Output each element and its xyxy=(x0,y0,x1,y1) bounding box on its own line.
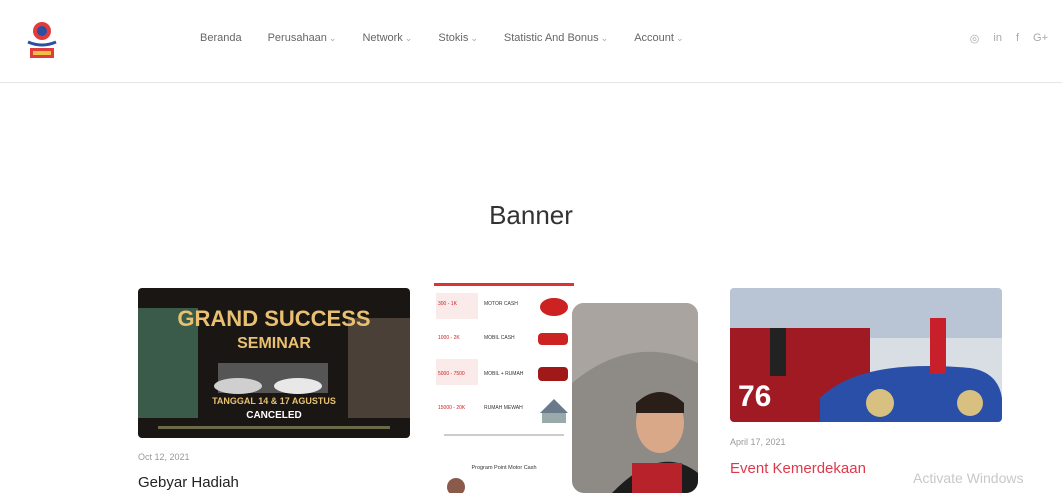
promo-reward: MOBIL CASH xyxy=(484,335,515,341)
linkedin-icon[interactable]: in xyxy=(993,32,1002,45)
banner-sub: SEMINAR xyxy=(237,335,311,352)
promo-caption: Program Point Motor Cash xyxy=(471,465,536,471)
main-nav: Beranda Perusahaan ⌄ Network ⌄ Stokis ⌄ Sta… xyxy=(200,32,710,44)
nav-label: Stokis xyxy=(438,32,469,44)
nav-perusahaan[interactable]: Perusahaan ⌄ xyxy=(268,32,337,44)
promo-reward: RUMAH MEWAH xyxy=(484,405,523,411)
activate-windows-watermark: Activate Windows xyxy=(913,470,1024,486)
nav-label: Statistic And Bonus xyxy=(503,32,599,44)
nav-stokis[interactable]: Stokis ⌄ xyxy=(438,32,478,44)
card-image-seminar[interactable]: GRAND SUCCESS SEMINAR TANGGAL 14 & 17 AG… xyxy=(138,288,410,438)
banner-number: 76 xyxy=(738,380,771,413)
nav-beranda[interactable]: Beranda xyxy=(200,32,242,44)
promo-points: 5000 - 7500 xyxy=(438,371,465,377)
social-links: ◎ in f G+ xyxy=(970,32,1048,45)
promo-points: 300 - 1K xyxy=(438,301,458,307)
section-title: Banner xyxy=(489,200,573,230)
nav-label: Account xyxy=(634,32,674,44)
nav-label: Beranda xyxy=(200,32,242,44)
nav-label: Perusahaan xyxy=(267,32,327,44)
banner-status: CANCELED xyxy=(246,410,302,421)
nav-network[interactable]: Network ⌄ xyxy=(362,32,412,44)
chevron-down-icon: ⌄ xyxy=(328,33,337,43)
banner-title: GRAND SUCCESS xyxy=(177,306,370,331)
nav-label: Network xyxy=(362,32,403,44)
chevron-down-icon: ⌄ xyxy=(470,33,478,43)
promo-reward: MOBIL + RUMAH xyxy=(484,371,524,377)
nav-account[interactable]: Account ⌄ xyxy=(634,32,683,44)
selfie-photo[interactable] xyxy=(572,303,698,493)
card-title[interactable]: Gebyar Hadiah xyxy=(138,474,239,491)
facebook-icon[interactable]: f xyxy=(1016,32,1019,45)
nav-statistic-bonus[interactable]: Statistic And Bonus ⌄ xyxy=(504,32,608,44)
promo-reward: MOTOR CASH xyxy=(484,301,518,307)
promo-table-image[interactable]: 300 - 1K MOTOR CASH 1000 - 2K MOBIL CASH… xyxy=(434,283,574,496)
card-date: April 17, 2021 xyxy=(730,437,786,447)
banner-date: TANGGAL 14 & 17 AGUSTUS xyxy=(212,396,336,406)
company-logo[interactable] xyxy=(24,18,60,62)
chevron-down-icon: ⌄ xyxy=(675,33,684,43)
instagram-icon[interactable]: ◎ xyxy=(970,32,980,45)
google-plus-icon[interactable]: G+ xyxy=(1033,32,1048,45)
chevron-down-icon: ⌄ xyxy=(600,33,609,43)
site-header: Beranda Perusahaan ⌄ Network ⌄ Stokis ⌄ Sta… xyxy=(0,0,1062,83)
promo-points: 15000 - 20K xyxy=(438,405,466,411)
chevron-down-icon: ⌄ xyxy=(404,33,413,43)
card-title[interactable]: Event Kemerdekaan xyxy=(730,460,866,477)
promo-points: 1000 - 2K xyxy=(438,335,460,341)
card-date: Oct 12, 2021 xyxy=(138,452,190,462)
card-image-kemerdekaan[interactable]: 76 xyxy=(730,288,1002,422)
